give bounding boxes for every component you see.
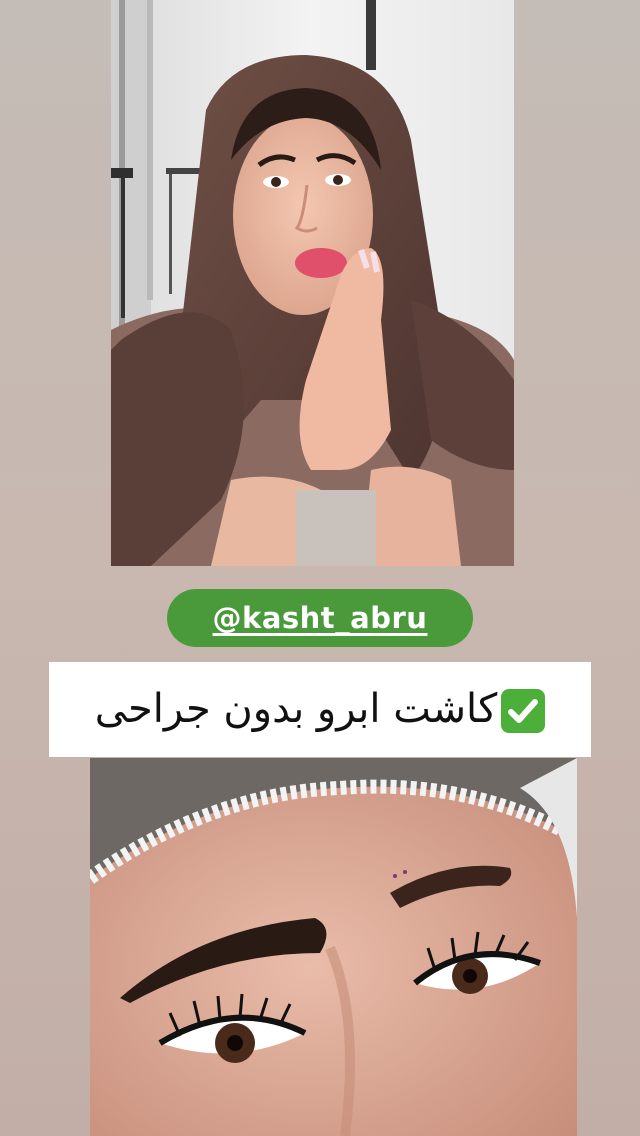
mention-sticker[interactable]: @kasht_abru xyxy=(167,589,473,647)
caption-line: کاشت ابرو بدون جراحی xyxy=(95,686,546,733)
caption-box: کاشت ابرو بدون جراحی xyxy=(49,662,591,757)
bottom-photo xyxy=(90,758,577,1136)
mention-username[interactable]: @kasht_abru xyxy=(213,601,428,635)
caption-text: کاشت ابرو بدون جراحی xyxy=(94,686,498,732)
top-photo xyxy=(111,0,514,566)
check-mark-button-icon xyxy=(501,689,546,733)
